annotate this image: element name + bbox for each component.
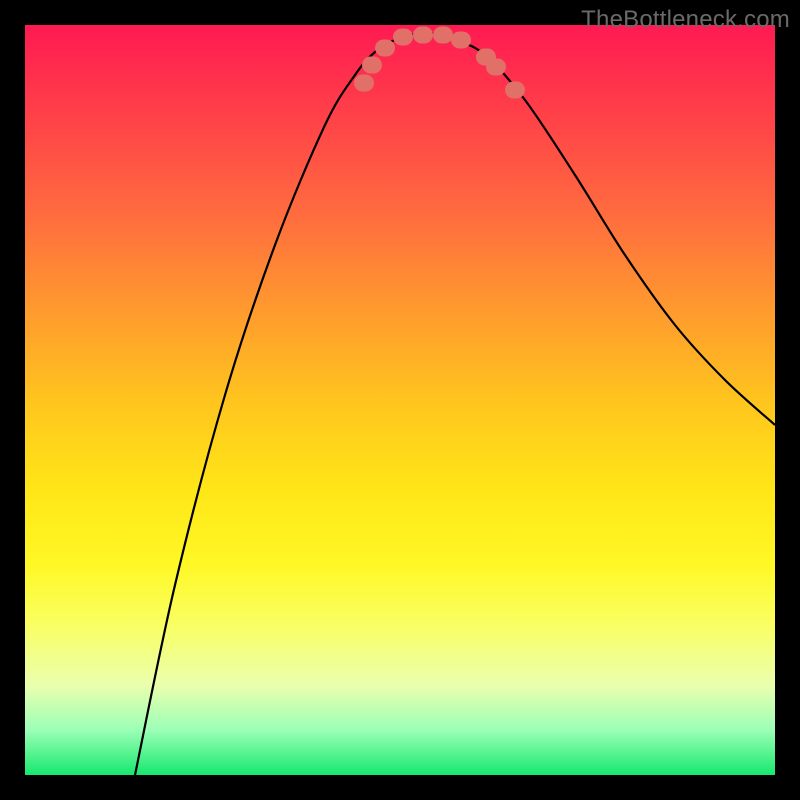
- curve-marker: [451, 32, 471, 49]
- curve-marker: [413, 27, 433, 44]
- bottleneck-curve: [135, 33, 775, 775]
- curve-marker: [486, 59, 506, 76]
- curve-marker: [354, 75, 374, 92]
- bottleneck-plot: [25, 25, 775, 775]
- curve-marker: [505, 82, 525, 99]
- chart-canvas: [25, 25, 775, 775]
- curve-marker: [393, 29, 413, 46]
- curve-marker: [362, 57, 382, 74]
- curve-marker: [433, 27, 453, 44]
- watermark-text: TheBottleneck.com: [581, 6, 790, 34]
- curve-marker: [375, 40, 395, 57]
